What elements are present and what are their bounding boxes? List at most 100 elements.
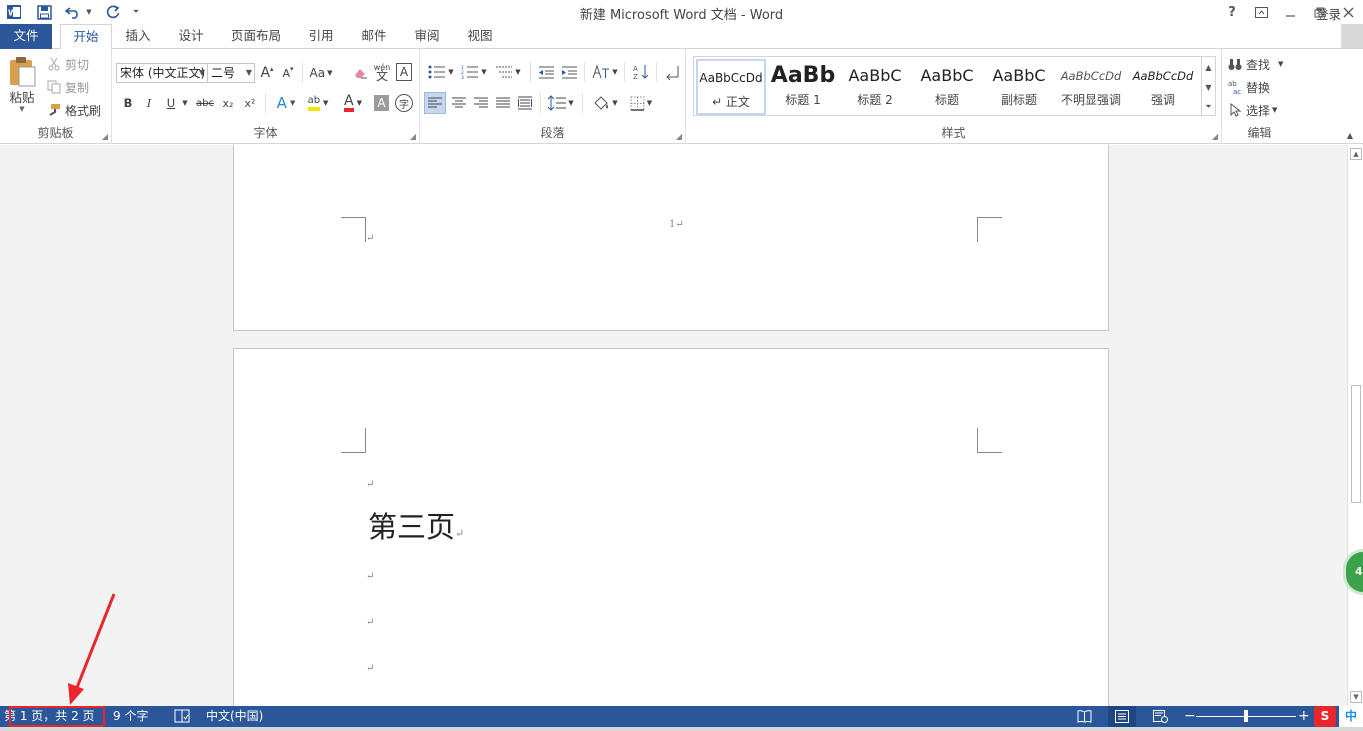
numbering-button[interactable]: 1 2 3 ▼ [459, 61, 489, 83]
font-launcher-icon[interactable]: ◢ [410, 132, 416, 141]
character-shading-button[interactable]: A [374, 95, 389, 111]
align-right-icon[interactable] [470, 92, 492, 114]
zoom-slider-thumb[interactable] [1244, 710, 1248, 722]
style-title[interactable]: AaBbC 标题 [912, 59, 982, 115]
shading-button[interactable]: ▼ [588, 92, 622, 114]
tab-page-layout[interactable]: 页面布局 [222, 24, 290, 49]
paragraph-separator [582, 93, 583, 113]
show-hide-marks-icon[interactable] [663, 61, 683, 83]
text-effects-button[interactable]: A ▼ [272, 93, 300, 113]
paste-button[interactable]: 粘贴 [4, 88, 40, 105]
zoom-out-button[interactable]: − [1184, 706, 1196, 727]
style-subtitle[interactable]: AaBbC 副标题 [984, 59, 1054, 115]
tab-home[interactable]: 开始 [60, 24, 112, 50]
character-border-button[interactable]: A [396, 63, 412, 81]
document-heading[interactable]: 第三页↵ [368, 504, 464, 546]
scroll-up-icon[interactable]: ▲ [1350, 148, 1362, 160]
borders-button[interactable]: ▼ [624, 92, 658, 114]
paste-dropdown-icon[interactable]: ▼ [16, 104, 28, 114]
zoom-in-button[interactable]: + [1298, 706, 1310, 727]
align-left-icon[interactable] [424, 92, 446, 114]
vertical-scrollbar[interactable]: ▲ ▼ [1347, 145, 1363, 706]
font-name-combo[interactable]: 宋体 (中文正文) ▼ [116, 63, 208, 83]
superscript-button[interactable]: x² [241, 93, 259, 113]
line-spacing-icon [548, 95, 567, 111]
select-button[interactable]: 选择 ▼ [1228, 101, 1277, 119]
justify-icon[interactable] [492, 92, 514, 114]
increase-indent-icon[interactable] [559, 61, 579, 83]
style-emphasis[interactable]: AaBbCcDd 强调 [1128, 59, 1198, 115]
clear-formatting-icon[interactable] [352, 63, 370, 83]
align-center-icon[interactable] [448, 92, 470, 114]
tab-design[interactable]: 设计 [169, 24, 213, 49]
login-link[interactable]: 登录 [1316, 4, 1341, 23]
shading-dropdown-icon: ▼ [612, 99, 618, 107]
cut-button[interactable]: 剪切 [47, 55, 89, 73]
decrease-indent-icon[interactable] [536, 61, 556, 83]
tab-view[interactable]: 视图 [458, 24, 502, 49]
format-painter-button[interactable]: 格式刷 [47, 101, 101, 119]
paste-icon[interactable] [4, 54, 40, 88]
grow-arrow-icon: ▴ [270, 65, 274, 73]
select-label: 选择 [1246, 103, 1271, 118]
enclose-characters-button[interactable]: 字 [395, 94, 413, 112]
underline-dropdown-icon[interactable]: ▼ [180, 93, 190, 113]
page-1[interactable]: 1↵ ↵ [233, 145, 1109, 331]
bullets-button[interactable]: ▼ [426, 61, 456, 83]
tab-references[interactable]: 引用 [299, 24, 343, 49]
account-avatar[interactable] [1341, 24, 1363, 48]
subscript-button[interactable]: x₂ [219, 93, 237, 113]
bold-button[interactable]: B [121, 93, 135, 113]
multilevel-list-button[interactable]: ▼ [492, 61, 524, 83]
gallery-down-icon[interactable]: ▼ [1201, 77, 1215, 97]
ime-mode-indicator[interactable]: 中 [1339, 706, 1363, 727]
style-heading-2[interactable]: AaBbC 标题 2 [840, 59, 910, 115]
svg-text:ac: ac [1233, 88, 1241, 95]
paragraph-launcher-icon[interactable]: ◢ [676, 132, 682, 141]
tab-insert[interactable]: 插入 [116, 24, 160, 49]
tab-review[interactable]: 审阅 [405, 24, 449, 49]
tab-file[interactable]: 文件 [0, 24, 52, 49]
tab-mailings[interactable]: 邮件 [352, 24, 396, 49]
font-size-combo[interactable]: 二号 ▼ [207, 63, 255, 83]
line-spacing-button[interactable]: ▼ [544, 92, 578, 114]
collapse-ribbon-icon[interactable]: ▲ [1342, 129, 1358, 141]
font-size-dropdown-icon[interactable]: ▼ [246, 64, 252, 82]
strikethrough-button[interactable]: abc [195, 93, 215, 113]
scroll-thumb[interactable] [1351, 385, 1361, 503]
grow-font-button[interactable]: A ▴ [258, 63, 276, 83]
font-color-button[interactable]: A ▼ [338, 93, 368, 113]
page-2[interactable]: ↵ 第三页↵ ↵ ↵ ↵ [233, 348, 1109, 706]
print-layout-button[interactable] [1108, 706, 1136, 727]
gallery-up-icon[interactable]: ▲ [1201, 57, 1215, 77]
document-area[interactable]: 1↵ ↵ ↵ 第三页↵ ↵ ↵ ↵ [0, 145, 1347, 706]
sort-icon[interactable]: AZ [631, 61, 651, 83]
style-subtle-emphasis[interactable]: AaBbCcDd 不明显强调 [1056, 59, 1126, 115]
gallery-more-icon[interactable]: ⏷ [1201, 97, 1215, 117]
distributed-icon[interactable] [514, 92, 536, 114]
style-normal[interactable]: AaBbCcDd ↵ 正文 [696, 59, 766, 115]
clipboard-launcher-icon[interactable]: ◢ [102, 132, 108, 141]
shrink-font-button[interactable]: A ▾ [279, 63, 297, 83]
font-name-value: 宋体 (中文正文) [120, 66, 206, 80]
chinese-layout-button[interactable]: ▼ [590, 61, 620, 83]
replace-button[interactable]: ab ac 替换 [1228, 78, 1270, 96]
style-heading-1[interactable]: AaBb 标题 1 [768, 59, 838, 115]
sogou-ime-icon[interactable]: S [1314, 706, 1336, 727]
highlight-glyph: ab [307, 95, 321, 111]
phonetic-guide-button[interactable]: wén 文 [373, 61, 391, 83]
help-button[interactable]: ? [1219, 0, 1245, 24]
styles-launcher-icon[interactable]: ◢ [1212, 132, 1218, 141]
minimize-icon[interactable] [1277, 0, 1303, 24]
underline-button[interactable]: U [164, 93, 178, 113]
highlight-button[interactable]: ab ▼ [303, 93, 333, 113]
find-button[interactable]: 查找 ▼ [1228, 55, 1283, 73]
font-name-dropdown-icon[interactable]: ▼ [199, 64, 205, 82]
language-indicator[interactable]: 中文(中国) [206, 706, 263, 727]
word-count[interactable]: 9 个字 [113, 706, 148, 727]
copy-button[interactable]: 复制 [47, 78, 89, 96]
ribbon-display-options-icon[interactable] [1248, 0, 1274, 24]
italic-button[interactable]: I [142, 93, 156, 113]
scroll-down-icon[interactable]: ▼ [1350, 691, 1362, 703]
change-case-button[interactable]: Aa ▼ [307, 63, 335, 83]
